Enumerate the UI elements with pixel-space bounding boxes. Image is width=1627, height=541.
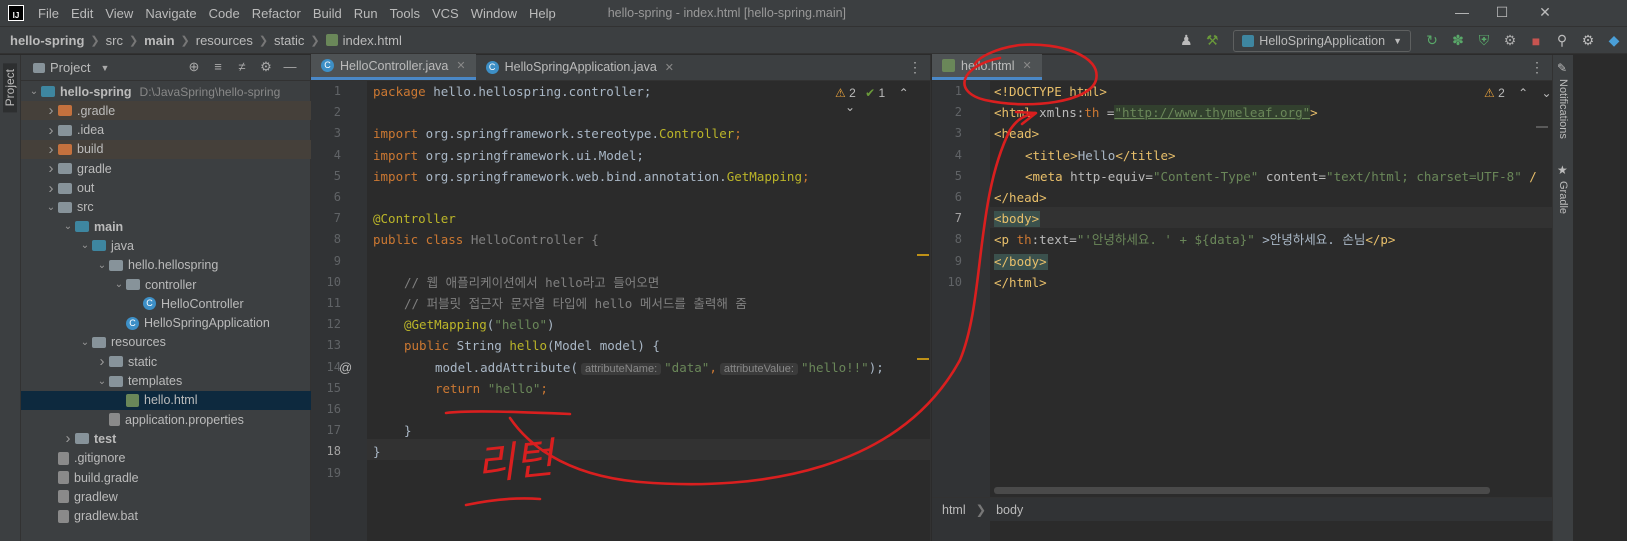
arrowhead-stroke (1014, 110, 1038, 126)
underline-stroke (444, 410, 572, 416)
handwritten-label: 리턴 (474, 433, 560, 490)
red-annotation-overlay: 리턴 (444, 43, 1098, 507)
circle-stroke (963, 43, 1098, 106)
arrow-curve-stroke (508, 111, 1037, 486)
lower-stroke (464, 497, 542, 507)
